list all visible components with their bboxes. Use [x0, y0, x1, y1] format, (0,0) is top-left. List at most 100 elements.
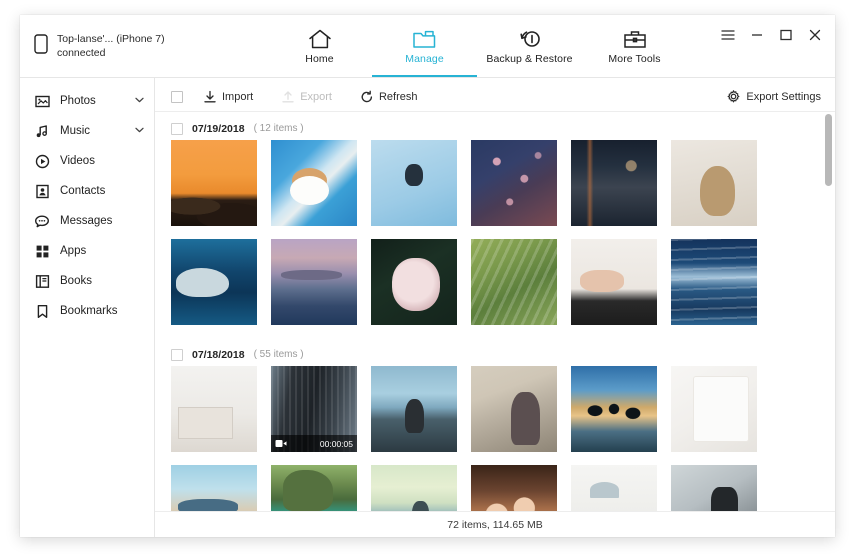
thumbnail-washing-hands[interactable]	[571, 239, 657, 325]
thumbnail-beluga-whale[interactable]	[171, 239, 257, 325]
group-count: ( 55 items )	[253, 349, 304, 360]
sidebar-item-books[interactable]: Books	[20, 266, 154, 296]
thumbnail-pink-flower[interactable]	[371, 239, 457, 325]
select-all-checkbox[interactable]	[171, 90, 183, 103]
folder-icon	[412, 28, 437, 50]
export-button[interactable]: Export	[273, 87, 340, 107]
thumbnail-friends-jumping[interactable]	[571, 366, 657, 452]
tab-more-tools[interactable]: More Tools	[582, 15, 687, 77]
gallery-scrollbar[interactable]	[825, 114, 832, 509]
apps-icon	[34, 243, 50, 259]
group-checkbox[interactable]	[171, 122, 183, 135]
device-info: Top-lanse'... (iPhone 7) connected	[57, 32, 165, 60]
thumbnail-ocean-waves[interactable]	[671, 239, 757, 325]
sidebar-item-music-label: Music	[60, 125, 91, 137]
export-settings-button[interactable]: Export Settings	[727, 90, 821, 103]
sidebar-item-apps[interactable]: Apps	[20, 236, 154, 266]
thumbnail-pool-aerial[interactable]	[371, 140, 457, 226]
connected-device[interactable]: Top-lanse'... (iPhone 7) connected	[20, 15, 165, 77]
photo-group: 07/19/2018 ( 12 items )	[171, 112, 835, 325]
thumbnail-image	[471, 239, 557, 325]
tab-manage-label: Manage	[405, 52, 444, 65]
toolbox-icon	[623, 28, 647, 50]
close-icon[interactable]	[807, 27, 823, 43]
sidebar-item-videos[interactable]: Videos	[20, 146, 154, 176]
import-label: Import	[222, 90, 254, 103]
thumbnail-city-building[interactable]: 00:00:05	[271, 366, 357, 452]
thumbnail-couple-sea-sunset[interactable]	[371, 465, 457, 511]
device-name: Top-lanse'... (iPhone 7)	[57, 32, 165, 45]
photo-gallery: 07/19/2018 ( 12 items ) 07/18/2018 (55 …	[155, 112, 835, 511]
sidebar-item-contacts[interactable]: Contacts	[20, 176, 154, 206]
home-icon	[308, 28, 332, 50]
minimize-icon[interactable]	[749, 27, 765, 43]
thumbnail-pool-sunhat[interactable]	[271, 140, 357, 226]
thumbnail-rice-terrace[interactable]	[471, 239, 557, 325]
thumbnail-image	[171, 366, 257, 452]
music-icon	[34, 123, 50, 139]
status-bar: 72 items, 114.65 MB	[155, 511, 835, 537]
thumbnail-row	[171, 140, 835, 226]
group-checkbox[interactable]	[171, 348, 183, 361]
export-label: Export	[300, 90, 332, 103]
thumbnail-image	[471, 140, 557, 226]
thumbnail-image	[271, 140, 357, 226]
thumbnail-st-peters-square[interactable]	[471, 366, 557, 452]
thumbnail-night-alley[interactable]	[571, 140, 657, 226]
videos-icon	[34, 153, 50, 169]
thumbnail-sunset-beach[interactable]	[171, 140, 257, 226]
tab-backup-restore[interactable]: Backup & Restore	[477, 15, 582, 77]
thumbnail-limestone-cliff[interactable]	[271, 465, 357, 511]
sidebar-item-photos[interactable]: Photos	[20, 86, 154, 116]
maximize-icon[interactable]	[778, 27, 794, 43]
thumbnail-cat-on-desk[interactable]	[671, 465, 757, 511]
thumbnail-pendant-lamp[interactable]	[571, 465, 657, 511]
thumbnail-image	[571, 140, 657, 226]
video-badge: 00:00:05	[271, 435, 357, 452]
thumbnail-thai-beach[interactable]	[171, 465, 257, 511]
video-duration: 00:00:05	[319, 438, 353, 449]
books-icon	[34, 273, 50, 289]
bookmarks-icon	[34, 303, 50, 319]
sidebar: Photos Music Videos Contacts Messages Ap…	[20, 78, 155, 537]
sidebar-item-music[interactable]: Music	[20, 116, 154, 146]
sidebar-item-contacts-label: Contacts	[60, 185, 106, 197]
group-date: 07/19/2018	[192, 122, 245, 135]
thumbnail-image	[171, 140, 257, 226]
scrollbar-thumb[interactable]	[825, 114, 832, 186]
thumbnail-image	[471, 465, 557, 511]
menu-icon[interactable]	[720, 27, 736, 43]
export-icon	[282, 90, 294, 102]
thumbnail-image	[671, 239, 757, 325]
sidebar-item-bookmarks[interactable]: Bookmarks	[20, 296, 154, 326]
export-settings-label: Export Settings	[746, 90, 821, 103]
tab-more-tools-label: More Tools	[608, 52, 661, 65]
thumbnail-row	[171, 239, 835, 325]
sidebar-item-apps-label: Apps	[60, 245, 87, 257]
tab-manage[interactable]: Manage	[372, 15, 477, 77]
thumbnail-dusk-mountain[interactable]	[271, 239, 357, 325]
gear-icon	[727, 90, 740, 103]
import-button[interactable]: Import	[195, 87, 261, 107]
thumbnail-image	[371, 140, 457, 226]
thumbnail-image	[171, 239, 257, 325]
thumbnail-friends-candlelight[interactable]	[471, 465, 557, 511]
thumbnail-person-sitting-beach[interactable]	[371, 366, 457, 452]
sidebar-item-videos-label: Videos	[60, 155, 95, 167]
chevron-down-icon[interactable]	[135, 127, 144, 135]
chevron-down-icon[interactable]	[135, 97, 144, 105]
window-body: Photos Music Videos Contacts Messages Ap…	[20, 78, 835, 537]
thumbnail-living-room[interactable]	[171, 366, 257, 452]
tab-home[interactable]: Home	[267, 15, 372, 77]
refresh-button[interactable]: Refresh	[352, 87, 426, 107]
sidebar-item-messages[interactable]: Messages	[20, 206, 154, 236]
group-header: 07/18/2018 ( 55 items )	[171, 338, 835, 366]
status-summary: 72 items, 114.65 MB	[447, 518, 543, 531]
thumbnail-cherry-blossom[interactable]	[471, 140, 557, 226]
thumbnail-deer-portrait[interactable]	[671, 140, 757, 226]
thumbnail-white-tshirt-flatlay[interactable]	[671, 366, 757, 452]
group-count: ( 12 items )	[253, 123, 304, 134]
sidebar-item-books-label: Books	[60, 275, 92, 287]
content-area: Import Export Refresh Export Settings 07…	[155, 78, 835, 537]
group-date: 07/18/2018	[192, 348, 245, 361]
